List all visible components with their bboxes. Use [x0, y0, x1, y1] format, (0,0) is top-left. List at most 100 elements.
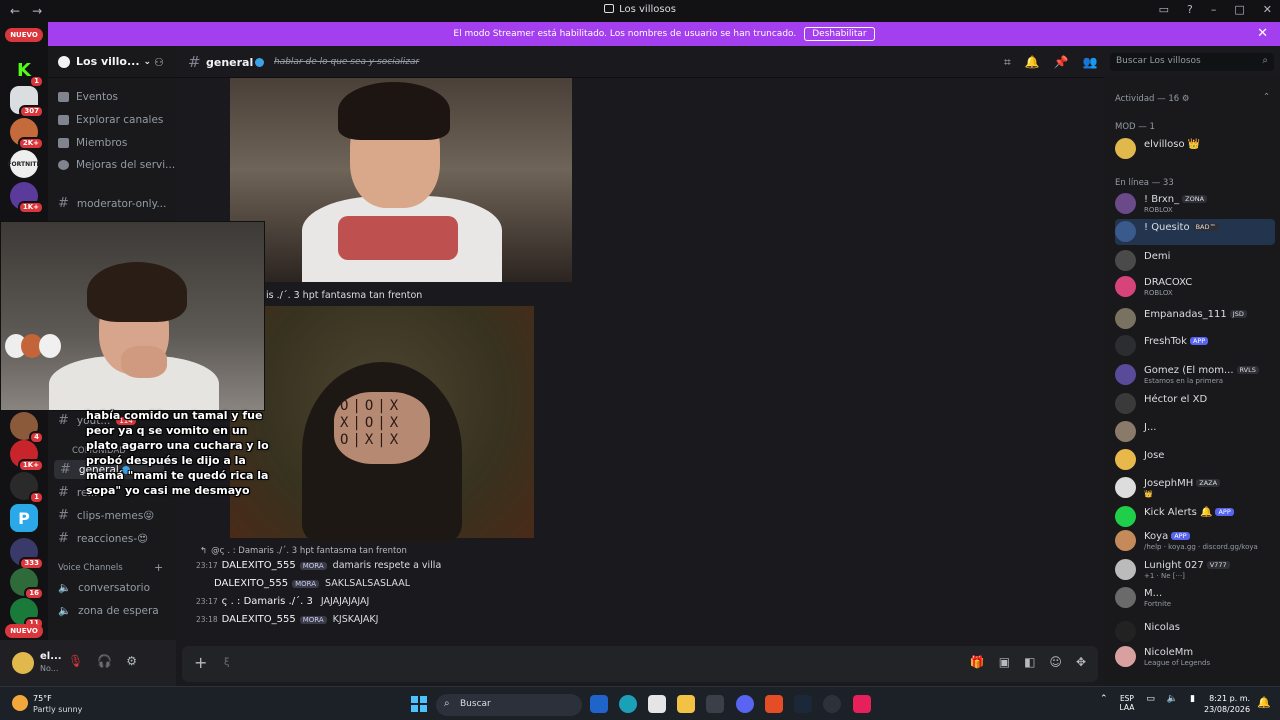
avatar[interactable] [1115, 477, 1136, 498]
avatar[interactable] [1115, 335, 1136, 356]
notification-bell-icon[interactable]: 🔔 [1257, 696, 1271, 709]
app-icon[interactable] [706, 695, 724, 713]
server-avatar-2[interactable]: 1K+ [10, 182, 44, 214]
avatar[interactable] [1115, 308, 1136, 329]
help-icon[interactable]: ? [1187, 3, 1193, 16]
network-icon[interactable]: ▭ [1146, 694, 1155, 712]
headphones-icon[interactable]: 🎧 [97, 654, 112, 668]
member-row[interactable]: Héctor el XD [1115, 391, 1275, 417]
channel-members[interactable]: Miembros [58, 137, 127, 149]
server-avatar-6[interactable]: 333 [10, 538, 44, 570]
windows-start-icon[interactable] [411, 696, 427, 712]
avatar[interactable] [1115, 364, 1136, 385]
server-fortnite[interactable]: FORTNITE [7, 150, 41, 178]
close-icon[interactable]: ✕ [1257, 26, 1268, 41]
member-row[interactable]: Nicolas [1115, 619, 1275, 645]
battery-icon[interactable]: ▮ [1190, 694, 1195, 712]
member-row[interactable]: ! Brxn_ ZONA ROBLOX [1115, 191, 1275, 217]
server-avatar-8[interactable]: 11 [10, 598, 44, 630]
pin-icon[interactable]: 📌 [1054, 55, 1069, 70]
image-attachment-1[interactable] [230, 78, 572, 282]
member-row[interactable]: Jose [1115, 447, 1275, 473]
clock[interactable]: 8:21 p. m. 23/08/2026 [1204, 693, 1250, 715]
steam-icon[interactable] [794, 695, 812, 713]
obs-icon[interactable] [823, 695, 841, 713]
message-row[interactable]: 23:18 DALEXITO_555 MORA KJSKAJAKJ [196, 614, 378, 625]
taskbar-search[interactable]: ⌕ Buscar [436, 694, 582, 716]
gift-icon[interactable]: 🎁 [970, 655, 985, 669]
member-row[interactable]: FreshTok APP [1115, 333, 1275, 359]
server-p[interactable]: P [10, 504, 38, 532]
brave-icon[interactable] [765, 695, 783, 713]
new-pill-top[interactable]: NUEVO [5, 28, 43, 42]
volume-icon[interactable]: 🔈 [1167, 694, 1178, 712]
activity-header[interactable]: Actividad — 16 ⚙ ⌃ [1115, 92, 1270, 104]
channel-reacciones[interactable]: # reacciones-😍 [58, 531, 148, 546]
avatar[interactable] [1115, 276, 1136, 297]
server-avatar-4[interactable]: 1K+ [10, 440, 44, 472]
avatar[interactable] [1115, 559, 1136, 580]
attach-plus-icon[interactable]: + [194, 653, 207, 672]
member-row[interactable]: DRACOXC ROBLOX [1115, 274, 1275, 300]
avatar[interactable] [1115, 393, 1136, 414]
search-input[interactable]: Buscar Los villosos ⌕ [1110, 53, 1274, 71]
member-row[interactable]: J... [1115, 419, 1275, 445]
avatar[interactable] [1115, 530, 1136, 551]
avatar[interactable] [1115, 587, 1136, 608]
image-attachment-2[interactable]: O|O|X X|O|X O|X|X [230, 306, 534, 542]
avatar[interactable] [1115, 421, 1136, 442]
mic-muted-icon[interactable]: 🎙 [68, 654, 83, 668]
bell-icon[interactable]: 🔔 [1025, 55, 1040, 70]
member-row[interactable]: ! Quesito BAD™ [1115, 219, 1275, 245]
avatar[interactable] [1115, 250, 1136, 271]
member-row[interactable]: Empanadas_111 JSD [1115, 306, 1275, 332]
username[interactable]: DALEXITO_555 [222, 560, 296, 571]
avatar[interactable] [1115, 138, 1136, 159]
server-avatar-3[interactable]: 4 [10, 412, 44, 444]
server-avatar-7[interactable]: 16 [10, 568, 44, 600]
message-row[interactable]: 23:17 ς . : Damaris ./´. 3 JAJAJAJAJAJ [196, 596, 369, 607]
member-row[interactable]: JosephMH ZAZA 👑 [1115, 475, 1275, 501]
username[interactable]: DALEXITO_555 [214, 578, 288, 589]
language-indicator[interactable]: ESP LAA [1120, 694, 1135, 712]
member-row[interactable]: Demi [1115, 248, 1275, 274]
avatar[interactable] [1115, 449, 1136, 470]
server-avatar-1[interactable]: 2K+ [10, 118, 44, 150]
edge-icon[interactable] [619, 695, 637, 713]
member-row[interactable]: Gomez (El mom... RVLS Estamos en la primer… [1115, 362, 1275, 388]
channel-events[interactable]: Eventos [58, 91, 118, 103]
member-row[interactable]: elvilloso 👑 [1115, 136, 1275, 162]
chevron-up-icon[interactable]: ⌃ [1263, 92, 1270, 102]
member-row[interactable]: M... Fortnite [1115, 585, 1275, 611]
avatar[interactable] [1115, 193, 1136, 214]
member-list-icon[interactable]: 👥 [1083, 55, 1098, 70]
message-row[interactable]: 23:17 DALEXITO_555 MORA damaris respete a v… [196, 560, 441, 571]
gif-icon[interactable]: ▣ [999, 655, 1010, 669]
folder-icon[interactable] [677, 695, 695, 713]
username[interactable]: DALEXITO_555 [222, 614, 296, 625]
channel-clips-memes[interactable]: # clips-memes😝 [58, 508, 154, 523]
emoji-icon[interactable]: ☺ [1049, 655, 1062, 669]
disable-streamer-button[interactable]: Deshabilitar [804, 27, 875, 41]
avatar[interactable] [12, 652, 34, 674]
store-icon[interactable] [648, 695, 666, 713]
close-window-button[interactable]: ✕ [1263, 3, 1272, 16]
member-row[interactable]: Kick Alerts 🔔 APP [1115, 504, 1275, 530]
message-row[interactable]: DALEXITO_555 MORA SAKLSALSASLAAL [214, 578, 410, 589]
app-icon[interactable] [590, 695, 608, 713]
tiktok-icon[interactable] [853, 695, 871, 713]
gear-icon[interactable]: ⚙ [1182, 94, 1190, 104]
avatar[interactable] [1115, 221, 1136, 242]
channel-moderator-only[interactable]: # moderator-only... [58, 196, 166, 211]
voice-channel-zona-espera[interactable]: 🔈 zona de espera [58, 604, 159, 618]
reply-preview[interactable]: ↰ @ς . : Damaris ./´. 3 hpt fantasma tan … [200, 546, 407, 556]
apps-icon[interactable]: ✥ [1076, 655, 1086, 669]
guild-header[interactable]: Los villo... ⌄ ⚇ [48, 46, 176, 78]
new-pill-bottom[interactable]: NUEVO [5, 624, 43, 638]
invite-icon[interactable]: ⚇ [154, 56, 164, 69]
category-voice[interactable]: Voice Channels + [58, 561, 163, 574]
threads-icon[interactable]: ⌗ [1004, 55, 1011, 70]
composer-input[interactable]: ξ [224, 657, 230, 668]
username[interactable]: ς . : Damaris ./´. 3 [222, 596, 313, 607]
add-channel-icon[interactable]: + [154, 561, 163, 574]
